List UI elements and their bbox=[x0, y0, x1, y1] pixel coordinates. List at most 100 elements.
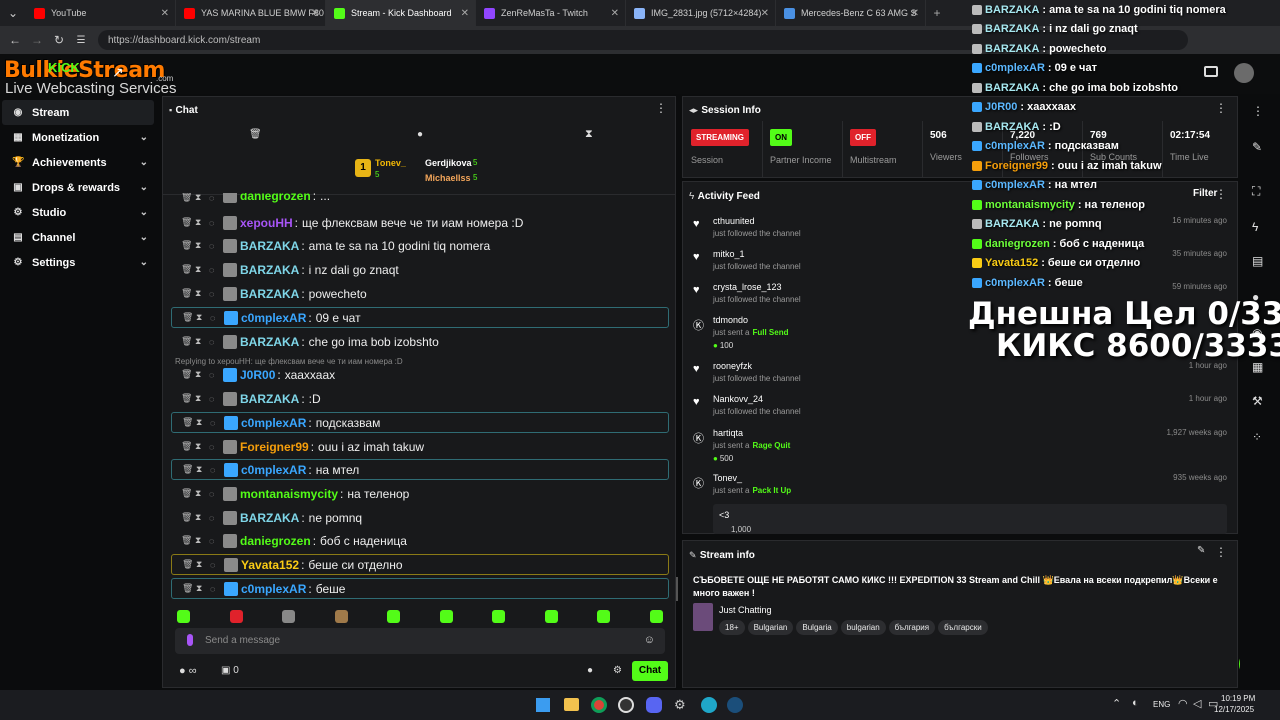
ban-icon[interactable]: ◌ bbox=[209, 218, 223, 228]
steam-icon[interactable] bbox=[727, 697, 743, 713]
delete-message-icon[interactable]: 🗑 bbox=[181, 264, 195, 275]
stream-tag[interactable]: 18+ bbox=[719, 620, 745, 635]
edit-icon[interactable]: ✎ bbox=[1197, 545, 1205, 556]
ban-icon[interactable]: ◌ bbox=[209, 241, 223, 251]
delete-message-icon[interactable]: 🗑 bbox=[181, 488, 195, 499]
chat-username[interactable]: J0R00 bbox=[240, 368, 275, 382]
leaderboard-second-name[interactable]: Gerdjikova bbox=[425, 158, 472, 168]
edge-icon[interactable] bbox=[701, 697, 717, 713]
trash-icon[interactable]: 🗑 bbox=[249, 129, 262, 140]
timeout-icon[interactable]: ⧗ bbox=[195, 393, 209, 404]
chat-input-box[interactable]: Send a message ☺ bbox=[175, 628, 665, 654]
activity-item[interactable]: ♥ Nankovv_24 just followed the channel 1 ho… bbox=[693, 394, 1227, 424]
timeout-icon[interactable]: ⧗ bbox=[196, 559, 210, 570]
activity-username[interactable]: rooneyfzk bbox=[713, 361, 752, 371]
timeout-icon[interactable]: ⧗ bbox=[195, 369, 209, 380]
chat-message[interactable]: 🗑 ⧗ ◌ xepouHH: ще флексвам вече че ти иам но… bbox=[171, 212, 669, 233]
apps-icon[interactable]: ⁘ bbox=[1252, 430, 1262, 444]
sidebar-item[interactable]: 🏆 Achievements ⌄ bbox=[0, 150, 162, 175]
new-tab-button[interactable]: + bbox=[926, 6, 948, 20]
emote-button[interactable] bbox=[282, 610, 295, 623]
chat-username[interactable]: BARZAKA bbox=[240, 239, 299, 253]
chat-username[interactable]: BARZAKA bbox=[240, 335, 299, 349]
emote-button[interactable] bbox=[492, 610, 505, 623]
stream-tag[interactable]: Bulgarian bbox=[747, 620, 794, 635]
stream-tag[interactable]: Bulgaria bbox=[796, 620, 838, 635]
camera-icon[interactable] bbox=[1204, 66, 1218, 77]
delete-message-icon[interactable]: 🗑 bbox=[182, 417, 196, 428]
activity-item[interactable]: ♥ cthuunited just followed the channel 16 m… bbox=[693, 216, 1227, 246]
settings-icon[interactable]: ⚙ bbox=[674, 697, 686, 713]
chat-username[interactable]: c0mplexAR bbox=[241, 416, 306, 430]
browser-tab[interactable]: ZenReMasTa - Twitch ✕ bbox=[476, 0, 626, 26]
clock-date[interactable]: 12/17/2025 bbox=[1214, 705, 1254, 714]
wifi-icon[interactable]: ◠ bbox=[1178, 697, 1188, 710]
delete-message-icon[interactable]: 🗑 bbox=[181, 441, 195, 452]
delete-message-icon[interactable]: 🗑 bbox=[181, 193, 195, 203]
obs-icon[interactable] bbox=[618, 697, 634, 713]
timeout-icon[interactable]: ⧗ bbox=[195, 512, 209, 523]
emote-button[interactable] bbox=[229, 610, 243, 623]
chat-message[interactable]: 🗑 ⧗ ◌ BARZAKA: ama te sa na 10 godini tiq no… bbox=[171, 235, 669, 256]
chat-username[interactable]: xepouHH bbox=[240, 216, 293, 230]
chat-settings-bubble-icon[interactable]: ● bbox=[587, 665, 593, 676]
chat-message[interactable]: 🗑 ⧗ ◌ daniegrozen:... bbox=[171, 193, 669, 203]
tab-close-icon[interactable]: ✕ bbox=[311, 8, 319, 19]
chat-username[interactable]: BARZAKA bbox=[240, 287, 299, 301]
browser-tab[interactable]: IMG_2831.jpg (5712×4284) ✕ bbox=[626, 0, 776, 26]
windows-start-icon[interactable] bbox=[536, 698, 550, 712]
activity-username[interactable]: Nankovv_24 bbox=[713, 394, 763, 404]
filter-button[interactable]: Filter bbox=[1193, 188, 1217, 199]
pencil-icon[interactable]: ✎ bbox=[1252, 140, 1262, 154]
delete-message-icon[interactable]: 🗑 bbox=[182, 559, 196, 570]
chat-message[interactable]: 🗑 ⧗ ◌ Foreigner99: ouu i az imah takuw bbox=[171, 436, 669, 457]
ban-icon[interactable]: ◌ bbox=[209, 394, 223, 404]
sidebar-item[interactable]: ◉ Stream bbox=[2, 100, 154, 125]
category-thumbnail[interactable] bbox=[693, 603, 713, 631]
category-name[interactable]: Just Chatting bbox=[719, 605, 772, 615]
session-menu-icon[interactable]: ⋮ bbox=[1215, 101, 1227, 115]
timeout-icon[interactable]: ⧗ bbox=[195, 193, 209, 203]
chat-settings-icon[interactable]: ⚙ bbox=[613, 665, 622, 676]
timeout-icon[interactable]: ⧗ bbox=[196, 583, 210, 594]
chat-username[interactable]: BARZAKA bbox=[240, 392, 299, 406]
timeout-icon[interactable]: ⧗ bbox=[195, 441, 209, 452]
chat-username[interactable]: daniegrozen bbox=[240, 193, 311, 203]
bolt-icon[interactable]: ϟ bbox=[1252, 220, 1258, 234]
sidebar-item[interactable]: ▦ Monetization ⌄ bbox=[0, 125, 162, 150]
activity-item[interactable]: ♥ rooneyfzk just followed the channel 1 hou… bbox=[693, 361, 1227, 391]
ban-icon[interactable]: ◌ bbox=[210, 560, 224, 570]
activity-item[interactable]: Ⓚ Tonev_ just sent a Pack It Up 935 weeks ag… bbox=[693, 473, 1227, 503]
stream-tag[interactable]: българия bbox=[888, 620, 936, 635]
chat-username[interactable]: BARZAKA bbox=[240, 263, 299, 277]
browser-tab[interactable]: Stream - Kick Dashboard ✕ bbox=[326, 0, 476, 26]
menu-icon[interactable]: ⋮ bbox=[1252, 104, 1264, 118]
delete-message-icon[interactable]: 🗑 bbox=[181, 369, 195, 380]
timeout-icon[interactable]: ⧗ bbox=[195, 240, 209, 251]
tab-menu-icon[interactable]: ⌄ bbox=[0, 6, 26, 20]
chat-scrollbar[interactable] bbox=[676, 577, 678, 601]
ban-icon[interactable]: ◌ bbox=[209, 289, 223, 299]
ban-icon[interactable]: ◌ bbox=[209, 337, 223, 347]
tab-close-icon[interactable]: ✕ bbox=[161, 8, 169, 19]
document-icon[interactable]: ▤ bbox=[1252, 254, 1263, 268]
volume-icon[interactable]: ◁ bbox=[1193, 697, 1201, 710]
ban-icon[interactable]: ◌ bbox=[209, 265, 223, 275]
ban-icon[interactable]: ◌ bbox=[209, 513, 223, 523]
ban-icon[interactable]: ◌ bbox=[209, 442, 223, 452]
delete-message-icon[interactable]: 🗑 bbox=[181, 535, 195, 546]
delete-message-icon[interactable]: 🗑 bbox=[181, 288, 195, 299]
mic-icon[interactable] bbox=[187, 634, 193, 646]
forward-icon[interactable]: → bbox=[26, 33, 48, 47]
browser-tab[interactable]: YAS MARINA BLUE BMW F80 M ✕ bbox=[176, 0, 326, 26]
timeout-icon[interactable]: ⧗ bbox=[196, 464, 210, 475]
leaderboard-first-name[interactable]: Tonev_ bbox=[375, 158, 406, 168]
chat-message[interactable]: 🗑 ⧗ ◌ J0R00: хааххаах bbox=[171, 364, 669, 385]
delete-message-icon[interactable]: 🗑 bbox=[181, 393, 195, 404]
chat-username[interactable]: daniegrozen bbox=[240, 534, 311, 548]
sidebar-item[interactable]: ⚙ Studio ⌄ bbox=[0, 200, 162, 225]
ban-icon[interactable]: ◌ bbox=[209, 370, 223, 380]
chat-message[interactable]: 🗑 ⧗ ◌ c0mplexAR: беше bbox=[171, 578, 669, 599]
ban-icon[interactable]: ◌ bbox=[210, 584, 224, 594]
emote-button[interactable] bbox=[334, 610, 348, 623]
